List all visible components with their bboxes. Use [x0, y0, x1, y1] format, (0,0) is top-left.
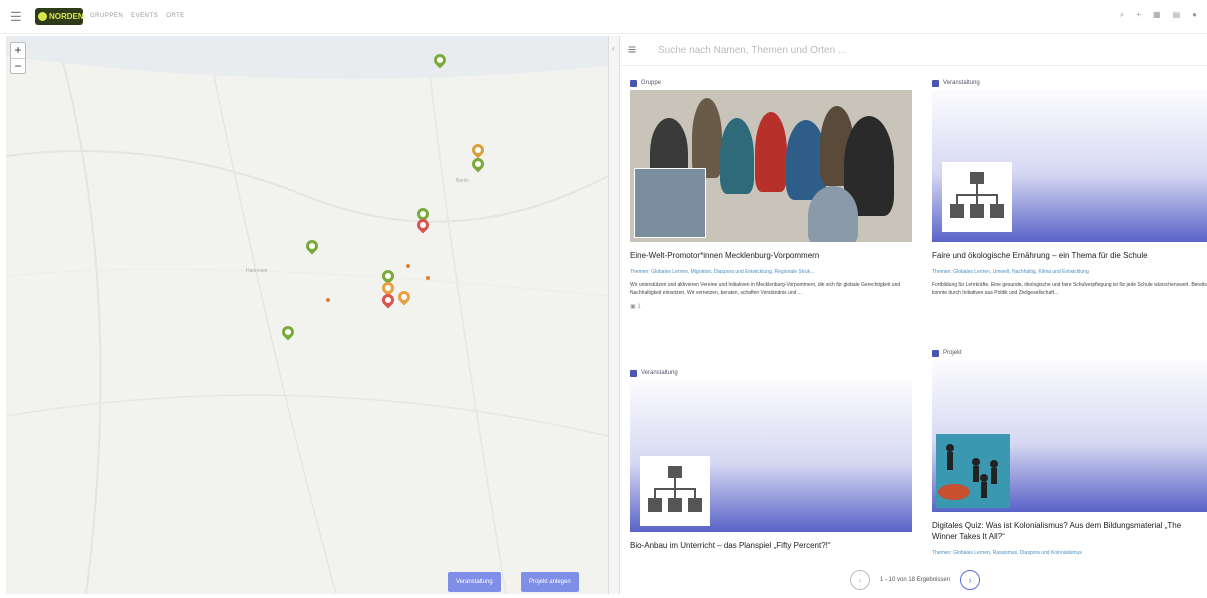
results-panel: ≡ Suche nach Namen, Themen und Orten ...…	[620, 36, 1207, 598]
search-bar: ≡ Suche nach Namen, Themen und Orten ...	[620, 36, 1207, 66]
plus-icon[interactable]: +	[1136, 10, 1141, 20]
project-icon	[932, 349, 939, 357]
list-icon[interactable]: ▤	[1173, 10, 1181, 20]
logo[interactable]: NORDEN	[35, 8, 84, 25]
result-card[interactable]: Projekt Digitales Quiz: Was ist Kolonial…	[932, 346, 1207, 556]
toolbar-right: ⌕ + ▦ ▤ ●	[1120, 10, 1197, 20]
card-image	[932, 360, 1207, 512]
zoom-in-button[interactable]: +	[11, 43, 25, 58]
add-event-button[interactable]: Veranstaltung	[448, 572, 501, 592]
card-type: Projekt	[932, 346, 1207, 360]
result-card[interactable]: Gruppe Eine-Welt-Promotor*innen Mecklenb…	[630, 76, 912, 310]
main-nav: GRUPPEN EVENTS ORTE	[90, 13, 185, 19]
calendar-icon	[630, 369, 637, 377]
card-tags[interactable]: Themen: Globales Lernen, Rassismus, Dias…	[932, 550, 1207, 556]
menu-icon[interactable]: ≡	[628, 41, 636, 57]
card-type: Veranstaltung	[630, 366, 912, 380]
map-dot[interactable]	[406, 264, 410, 268]
search-input[interactable]: Suche nach Namen, Themen und Orten ...	[658, 45, 846, 56]
card-tags[interactable]: Themen: Globales Lernen, Umwelt, Nachhal…	[932, 269, 1207, 275]
card-description: Fortbildung für Lehrkräfte. Eine gesunde…	[932, 282, 1207, 296]
nav-item[interactable]: EVENTS	[131, 13, 158, 19]
card-title[interactable]: Eine-Welt-Promotor*innen Mecklenburg-Vor…	[630, 250, 912, 261]
card-type: Veranstaltung	[932, 76, 1207, 90]
card-title[interactable]: Digitales Quiz: Was ist Kolonialismus? A…	[932, 520, 1207, 542]
zoom-out-button[interactable]: −	[11, 58, 25, 73]
card-image	[630, 90, 912, 242]
group-icon	[630, 79, 637, 87]
chevron-left-icon: ‹	[612, 44, 615, 53]
top-bar: ☰ NORDEN GRUPPEN EVENTS ORTE ⌕ + ▦ ▤ ●	[0, 0, 1207, 34]
calendar-icon	[932, 79, 939, 87]
zoom-control: + −	[10, 42, 26, 74]
card-type: Gruppe	[630, 76, 912, 90]
user-icon[interactable]: ●	[1192, 10, 1197, 20]
add-project-button[interactable]: Projekt anlegen	[521, 572, 579, 592]
card-title[interactable]: Bio-Anbau im Unterricht – das Planspiel …	[630, 540, 912, 551]
prev-page-button[interactable]: ‹	[850, 570, 870, 590]
card-tags[interactable]: Themen: Globales Lernen, Migration, Dias…	[630, 269, 912, 275]
card-footer: ▣ 1	[630, 304, 641, 310]
menu-icon[interactable]: ☰	[10, 9, 22, 25]
map-label: Berlin	[456, 178, 469, 184]
card-image	[630, 380, 912, 532]
result-card[interactable]: Veranstaltung Faire und ökologische Ernä…	[932, 76, 1207, 297]
map-dot[interactable]	[326, 298, 330, 302]
panel-toggle[interactable]: ‹	[608, 36, 620, 594]
map-roads	[6, 36, 608, 594]
grid-icon[interactable]: ▦	[1153, 10, 1161, 20]
card-image	[932, 90, 1207, 242]
inset-photo	[634, 168, 706, 238]
nav-item[interactable]: ORTE	[166, 13, 185, 19]
nav-item[interactable]: GRUPPEN	[90, 13, 123, 19]
card-description: Wir unterstützen und aktivieren Vereine …	[630, 282, 901, 296]
next-page-button[interactable]: ›	[960, 570, 981, 590]
sitemap-icon	[942, 162, 1012, 232]
map-dot[interactable]	[426, 276, 430, 280]
search-icon[interactable]: ⌕	[1120, 10, 1124, 20]
result-count: 1 - 10 von 18 Ergebnissen	[880, 577, 951, 583]
card-title[interactable]: Faire und ökologische Ernährung – ein Th…	[932, 250, 1207, 261]
quiz-image	[936, 434, 1010, 508]
sitemap-icon	[640, 456, 710, 526]
result-card[interactable]: Veranstaltung Bio-Anbau im Unterricht – …	[630, 366, 912, 551]
pagination: ‹ 1 - 10 von 18 Ergebnissen ›	[850, 570, 981, 590]
map-label: Hannover	[246, 268, 268, 274]
map[interactable]: + − Berlin Hannover Veranstaltung Projek…	[6, 36, 608, 594]
